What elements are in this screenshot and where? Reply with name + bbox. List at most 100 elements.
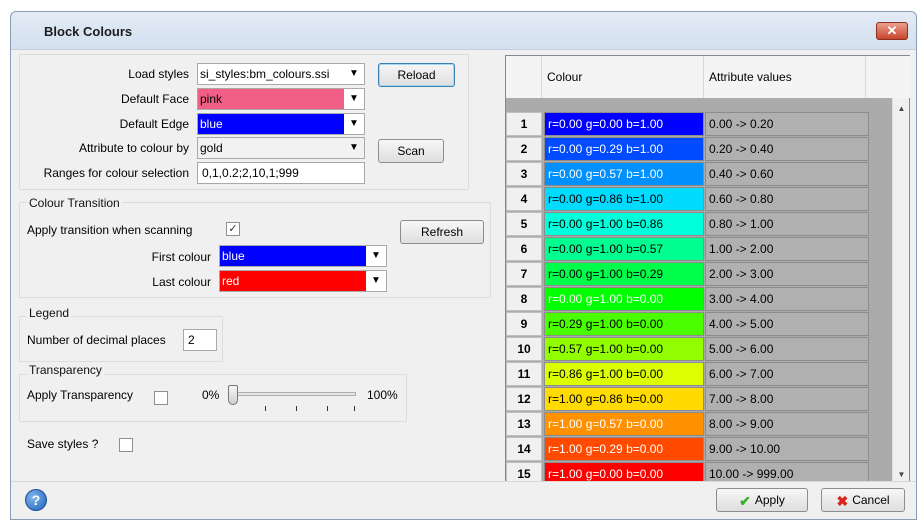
colour-cell[interactable]: r=0.00 g=0.29 b=1.00 — [544, 137, 704, 161]
chevron-down-icon[interactable]: ▼ — [344, 64, 364, 84]
refresh-button[interactable]: Refresh — [400, 220, 484, 244]
last-colour-label: Last colour — [152, 275, 211, 289]
ranges-label: Ranges for colour selection — [43, 166, 189, 180]
row-header[interactable]: 1 — [506, 112, 542, 136]
colour-cell[interactable]: r=1.00 g=0.29 b=0.00 — [544, 437, 704, 461]
row-header[interactable]: 2 — [506, 137, 542, 161]
slider-tick — [265, 406, 266, 411]
attribute-cell[interactable]: 9.00 -> 10.00 — [705, 437, 869, 461]
apply-transparency-label: Apply Transparency — [27, 388, 134, 402]
attribute-cell[interactable]: 0.40 -> 0.60 — [705, 162, 869, 186]
attribute-cell[interactable]: 1.00 -> 2.00 — [705, 237, 869, 261]
row-header[interactable]: 5 — [506, 212, 542, 236]
first-colour-label: First colour — [151, 250, 211, 264]
colour-transition-title: Colour Transition — [27, 196, 122, 210]
row-header[interactable]: 6 — [506, 237, 542, 261]
colour-cell[interactable]: r=0.00 g=1.00 b=0.86 — [544, 212, 704, 236]
legend-title: Legend — [27, 306, 72, 320]
attribute-cell[interactable]: 0.80 -> 1.00 — [705, 212, 869, 236]
attribute-cell[interactable]: 0.00 -> 0.20 — [705, 112, 869, 136]
colour-column-header[interactable]: Colour — [542, 56, 704, 98]
apply-transition-checkbox[interactable]: ✓ — [226, 222, 240, 236]
reload-button[interactable]: Reload — [378, 63, 455, 87]
attribute-cell[interactable]: 3.00 -> 4.00 — [705, 287, 869, 311]
chevron-down-icon[interactable]: ▼ — [344, 138, 364, 158]
colour-cell[interactable]: r=0.00 g=1.00 b=0.57 — [544, 237, 704, 261]
help-icon[interactable]: ? — [25, 489, 47, 511]
row-header[interactable]: 13 — [506, 412, 542, 436]
chevron-down-icon[interactable]: ▼ — [366, 271, 386, 291]
colour-cell[interactable]: r=1.00 g=0.57 b=0.00 — [544, 412, 704, 436]
slider-tick — [354, 406, 355, 411]
colour-cell[interactable]: r=1.00 g=0.86 b=0.00 — [544, 387, 704, 411]
decimal-places-label: Number of decimal places — [27, 333, 166, 347]
attribute-cell[interactable]: 5.00 -> 6.00 — [705, 337, 869, 361]
attribute-cell[interactable]: 6.00 -> 7.00 — [705, 362, 869, 386]
slider-tick — [327, 406, 328, 411]
default-edge-value: blue — [198, 114, 344, 134]
block-colours-dialog: Block Colours ✕ Load styles si_styles:bm… — [10, 11, 917, 520]
attribute-cell[interactable]: 0.20 -> 0.40 — [705, 137, 869, 161]
scan-button[interactable]: Scan — [378, 139, 444, 163]
chevron-down-icon[interactable]: ▼ — [344, 114, 364, 134]
row-header[interactable]: 8 — [506, 287, 542, 311]
first-colour-combo[interactable]: blue ▼ — [219, 245, 387, 267]
row-header[interactable]: 12 — [506, 387, 542, 411]
apply-button[interactable]: ✔ Apply — [716, 488, 808, 512]
button-bar: ? ✔ Apply ✖ Cancel — [11, 481, 916, 519]
row-header[interactable]: 11 — [506, 362, 542, 386]
attribute-cell[interactable]: 0.60 -> 0.80 — [705, 187, 869, 211]
save-styles-checkbox[interactable] — [119, 438, 133, 452]
colour-cell[interactable]: r=0.00 g=0.86 b=1.00 — [544, 187, 704, 211]
scroll-up-icon[interactable]: ▲ — [893, 100, 910, 117]
colour-cell[interactable]: r=0.00 g=0.00 b=1.00 — [544, 112, 704, 136]
attribute-column-header[interactable]: Attribute values — [704, 56, 866, 98]
window-title: Block Colours — [44, 24, 133, 39]
attribute-cell[interactable]: 8.00 -> 9.00 — [705, 412, 869, 436]
load-styles-combo[interactable]: si_styles:bm_colours.ssi ▼ — [197, 63, 365, 85]
row-header[interactable]: 9 — [506, 312, 542, 336]
colour-cell[interactable]: r=0.86 g=1.00 b=0.00 — [544, 362, 704, 386]
attribute-value: gold — [200, 141, 223, 155]
ranges-input[interactable]: 0,1,0.2;2,10,1;999 — [197, 162, 365, 184]
save-styles-label: Save styles ? — [27, 437, 99, 451]
chevron-down-icon[interactable]: ▼ — [366, 246, 386, 266]
attribute-combo[interactable]: gold ▼ — [197, 137, 365, 159]
transparency-max-label: 100% — [367, 388, 398, 402]
row-header[interactable]: 3 — [506, 162, 542, 186]
attribute-cell[interactable]: 4.00 -> 5.00 — [705, 312, 869, 336]
row-header[interactable]: 4 — [506, 187, 542, 211]
close-button[interactable]: ✕ — [876, 22, 908, 40]
first-colour-value: blue — [220, 246, 366, 266]
colour-cell[interactable]: r=0.00 g=1.00 b=0.00 — [544, 287, 704, 311]
apply-transparency-checkbox[interactable] — [154, 391, 168, 405]
default-edge-combo[interactable]: blue ▼ — [197, 113, 365, 135]
cancel-button[interactable]: ✖ Cancel — [821, 488, 905, 512]
default-face-label: Default Face — [120, 92, 189, 106]
grid-header-filler — [866, 56, 910, 98]
colour-cell[interactable]: r=0.57 g=1.00 b=0.00 — [544, 337, 704, 361]
attribute-cell[interactable]: 2.00 -> 3.00 — [705, 262, 869, 286]
row-header[interactable]: 10 — [506, 337, 542, 361]
default-face-combo[interactable]: pink ▼ — [197, 88, 365, 110]
transparency-title: Transparency — [27, 363, 104, 377]
transparency-slider-thumb[interactable] — [228, 385, 238, 405]
vertical-scrollbar[interactable]: ▲ ▼ — [892, 98, 909, 485]
last-colour-value: red — [220, 271, 366, 291]
row-header[interactable]: 7 — [506, 262, 542, 286]
load-styles-label: Load styles — [128, 67, 189, 81]
colour-cell[interactable]: r=0.00 g=0.57 b=1.00 — [544, 162, 704, 186]
cross-icon: ✖ — [836, 492, 849, 509]
decimal-places-input[interactable]: 2 — [183, 329, 217, 351]
chevron-down-icon[interactable]: ▼ — [344, 89, 364, 109]
colour-cell[interactable]: r=0.29 g=1.00 b=0.00 — [544, 312, 704, 336]
grid-corner-header — [506, 56, 542, 98]
row-header[interactable]: 14 — [506, 437, 542, 461]
colour-cell[interactable]: r=0.00 g=1.00 b=0.29 — [544, 262, 704, 286]
attribute-cell[interactable]: 7.00 -> 8.00 — [705, 387, 869, 411]
slider-tick — [296, 406, 297, 411]
transparency-slider-track[interactable] — [231, 392, 356, 396]
default-face-value: pink — [198, 89, 344, 109]
apply-transition-label: Apply transition when scanning — [27, 223, 193, 237]
last-colour-combo[interactable]: red ▼ — [219, 270, 387, 292]
